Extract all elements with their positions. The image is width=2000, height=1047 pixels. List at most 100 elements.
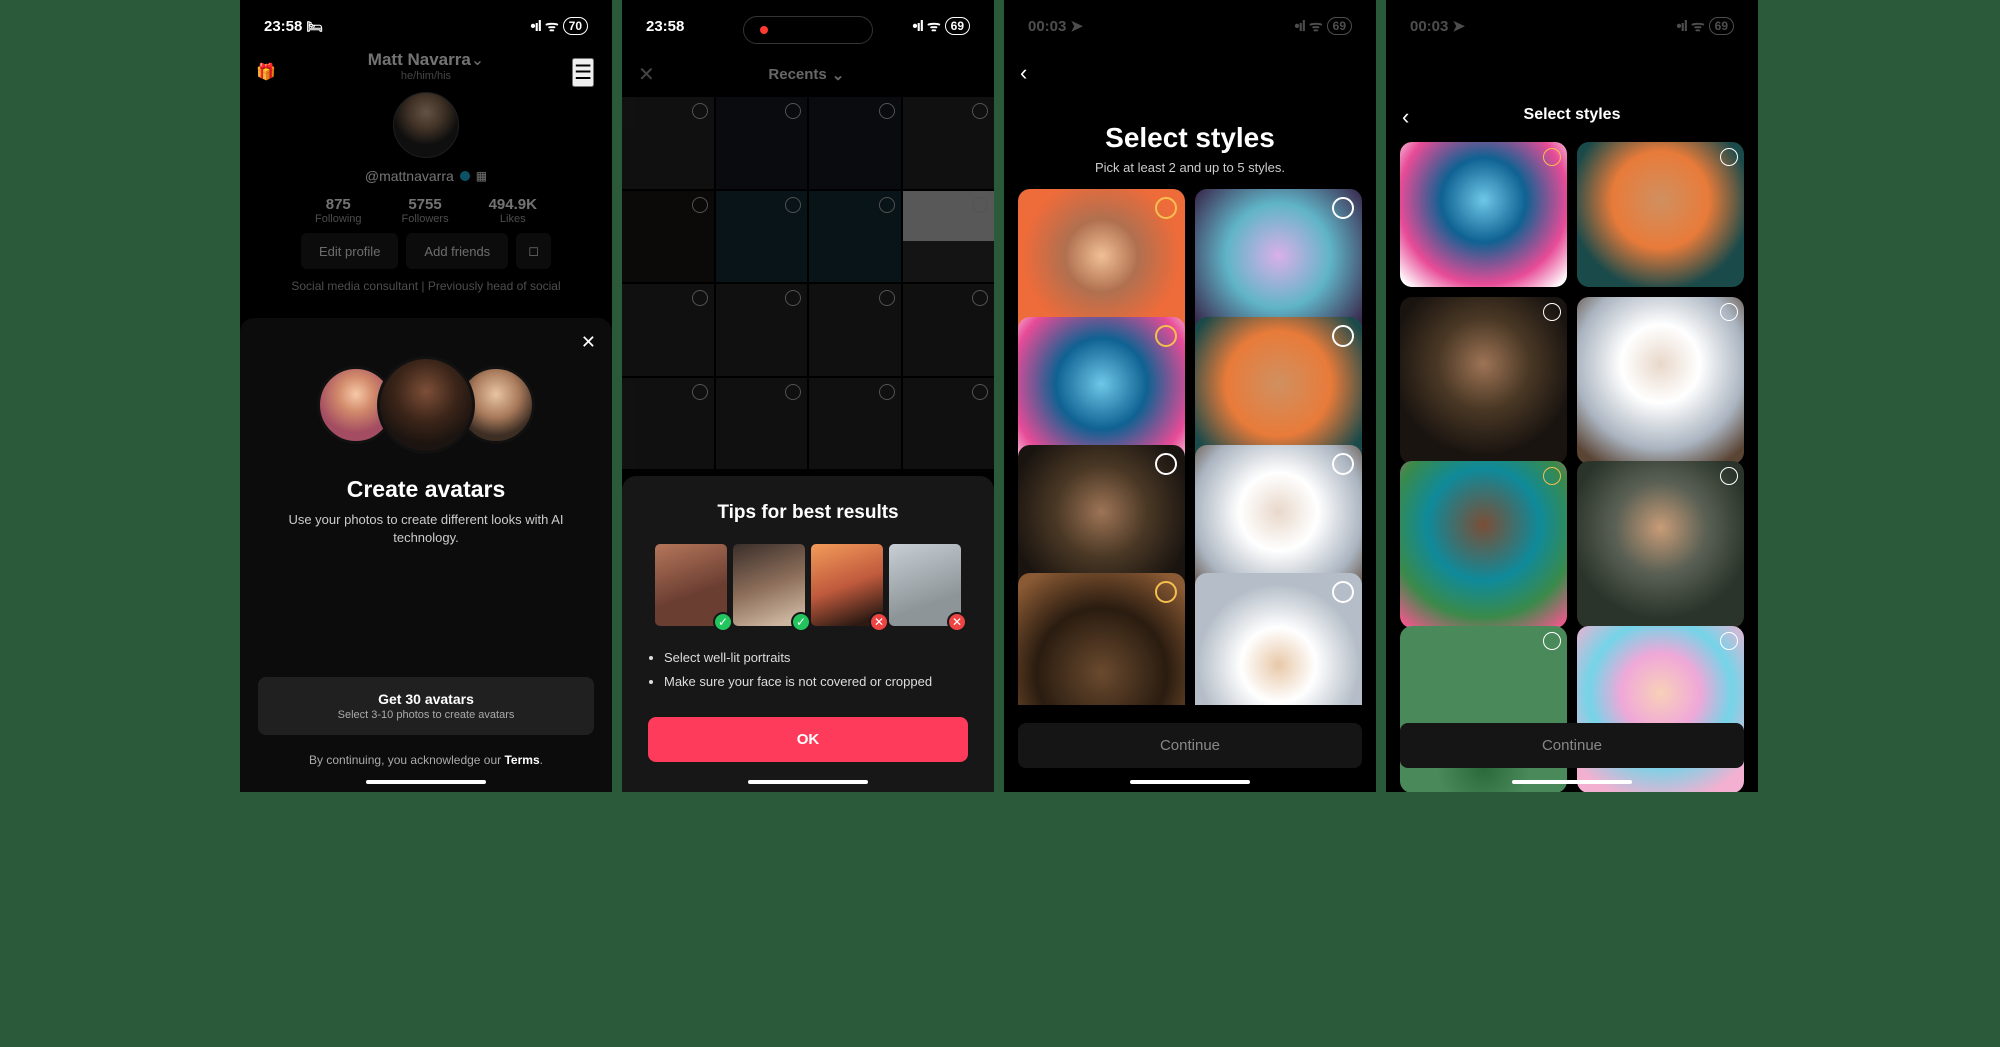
home-indicator[interactable]: [366, 780, 486, 784]
select-circle-icon[interactable]: [692, 103, 708, 119]
sheet-title: Create avatars: [258, 476, 594, 503]
home-indicator[interactable]: [1130, 780, 1250, 784]
status-bar: 00:03➤ ᯤ69: [1004, 0, 1376, 44]
photo-thumb[interactable]: [809, 191, 901, 283]
back-button[interactable]: ‹: [1020, 60, 1027, 86]
select-circle-icon[interactable]: [785, 384, 801, 400]
photo-thumb[interactable]: [903, 191, 995, 283]
photo-thumb[interactable]: [903, 378, 995, 470]
chevron-down-icon: ⌄: [471, 52, 484, 69]
photo-thumb[interactable]: [622, 284, 714, 376]
profile-avatar[interactable]: [393, 92, 459, 158]
screen-3-select-styles-hero: 00:03➤ ᯤ69 ‹ Select styles Pick at least…: [1004, 0, 1376, 792]
close-sheet-button[interactable]: ✕: [581, 332, 596, 353]
select-circle-icon[interactable]: [692, 384, 708, 400]
continue-button[interactable]: Continue: [1018, 723, 1362, 768]
photo-thumb[interactable]: [622, 191, 714, 283]
select-indicator-icon: [1720, 148, 1738, 166]
select-indicator-icon: [1332, 325, 1354, 347]
select-circle-icon[interactable]: [972, 290, 988, 306]
x-icon: ✕: [869, 612, 889, 632]
qr-icon[interactable]: ▦: [476, 169, 487, 183]
wifi-icon: ᯤ: [1309, 16, 1323, 36]
style-option[interactable]: [1018, 573, 1185, 705]
photo-thumb[interactable]: [716, 97, 808, 189]
select-indicator-icon: [1720, 632, 1738, 650]
bio-text: Social media consultant | Previously hea…: [240, 279, 612, 293]
screen-1-profile-with-create-avatars-sheet: 23:58 ᯤ70 🎁 ☰ Matt Navarra⌄ he/him/his @…: [240, 0, 612, 792]
photo-thumb[interactable]: [809, 378, 901, 470]
continue-button[interactable]: Continue: [1400, 723, 1744, 768]
select-circle-icon[interactable]: [879, 103, 895, 119]
select-circle-icon[interactable]: [972, 384, 988, 400]
select-indicator-icon: [1155, 581, 1177, 603]
stat-followers[interactable]: 5755 Followers: [402, 196, 449, 225]
wifi-icon: ᯤ: [1691, 16, 1705, 36]
style-option[interactable]: [1577, 461, 1744, 628]
photo-grid: [622, 97, 994, 469]
battery-level: 69: [1327, 17, 1352, 35]
battery-level: 69: [1709, 17, 1734, 35]
back-button[interactable]: ‹: [1402, 104, 1409, 130]
terms-link[interactable]: Terms: [504, 753, 539, 767]
select-circle-icon[interactable]: [879, 197, 895, 213]
select-circle-icon[interactable]: [879, 384, 895, 400]
photo-thumb[interactable]: [716, 284, 808, 376]
select-indicator-icon: [1720, 467, 1738, 485]
get-avatars-button[interactable]: Get 30 avatars Select 3-10 photos to cre…: [258, 677, 594, 735]
stat-following[interactable]: 875 Following: [315, 196, 361, 225]
photo-thumb[interactable]: [716, 191, 808, 283]
sample-avatar-2: [377, 356, 475, 454]
recording-indicator: [743, 16, 873, 44]
style-option[interactable]: [1577, 142, 1744, 287]
terms-acknowledgement: By continuing, you acknowledge our Terms…: [258, 753, 594, 767]
location-icon: ➤: [1070, 17, 1083, 35]
photo-thumb[interactable]: [903, 97, 995, 189]
location-icon: ➤: [1452, 17, 1465, 35]
select-circle-icon[interactable]: [692, 197, 708, 213]
photo-thumb[interactable]: [622, 97, 714, 189]
select-indicator-icon: [1543, 148, 1561, 166]
stat-likes[interactable]: 494.9K Likes: [489, 196, 537, 225]
signal-icon: [912, 18, 923, 35]
select-circle-icon[interactable]: [692, 290, 708, 306]
select-circle-icon[interactable]: [785, 290, 801, 306]
select-indicator-icon: [1543, 303, 1561, 321]
tips-sheet: Tips for best results ✓ ✓ ✕ ✕ Select wel…: [622, 476, 994, 792]
photo-thumb[interactable]: [903, 284, 995, 376]
instagram-button[interactable]: ◻: [516, 233, 551, 269]
photo-thumb[interactable]: [622, 378, 714, 470]
picker-close-button[interactable]: ✕: [638, 62, 655, 87]
create-avatars-sheet: ✕ Create avatars Use your photos to crea…: [240, 318, 612, 792]
select-indicator-icon: [1332, 197, 1354, 219]
style-option[interactable]: [1400, 461, 1567, 628]
sheet-subtitle: Use your photos to create different look…: [258, 511, 594, 547]
home-indicator[interactable]: [1512, 780, 1632, 784]
style-option[interactable]: [1400, 142, 1567, 287]
select-circle-icon[interactable]: [972, 197, 988, 213]
style-option[interactable]: [1577, 297, 1744, 464]
page-subtitle: Pick at least 2 and up to 5 styles.: [1004, 160, 1376, 175]
add-friends-button[interactable]: Add friends: [406, 233, 508, 269]
verified-icon: [459, 170, 471, 182]
style-option[interactable]: [1195, 573, 1362, 705]
signal-icon: [1294, 18, 1305, 35]
select-circle-icon[interactable]: [879, 290, 895, 306]
ok-button[interactable]: OK: [648, 717, 968, 762]
pronouns: he/him/his: [240, 70, 612, 82]
profile-name-dropdown[interactable]: Matt Navarra⌄: [240, 50, 612, 70]
edit-profile-button[interactable]: Edit profile: [301, 233, 398, 269]
tip-good-example-1: ✓: [655, 544, 727, 626]
page-title: Select styles: [1004, 122, 1376, 154]
battery-level: 69: [945, 17, 970, 35]
home-indicator[interactable]: [748, 780, 868, 784]
photo-thumb[interactable]: [809, 284, 901, 376]
select-circle-icon[interactable]: [785, 103, 801, 119]
photo-thumb[interactable]: [809, 97, 901, 189]
photo-thumb[interactable]: [716, 378, 808, 470]
style-option[interactable]: [1400, 297, 1567, 464]
select-circle-icon[interactable]: [972, 103, 988, 119]
record-dot-icon: [760, 26, 768, 34]
album-selector[interactable]: Recents: [768, 66, 844, 84]
select-circle-icon[interactable]: [785, 197, 801, 213]
